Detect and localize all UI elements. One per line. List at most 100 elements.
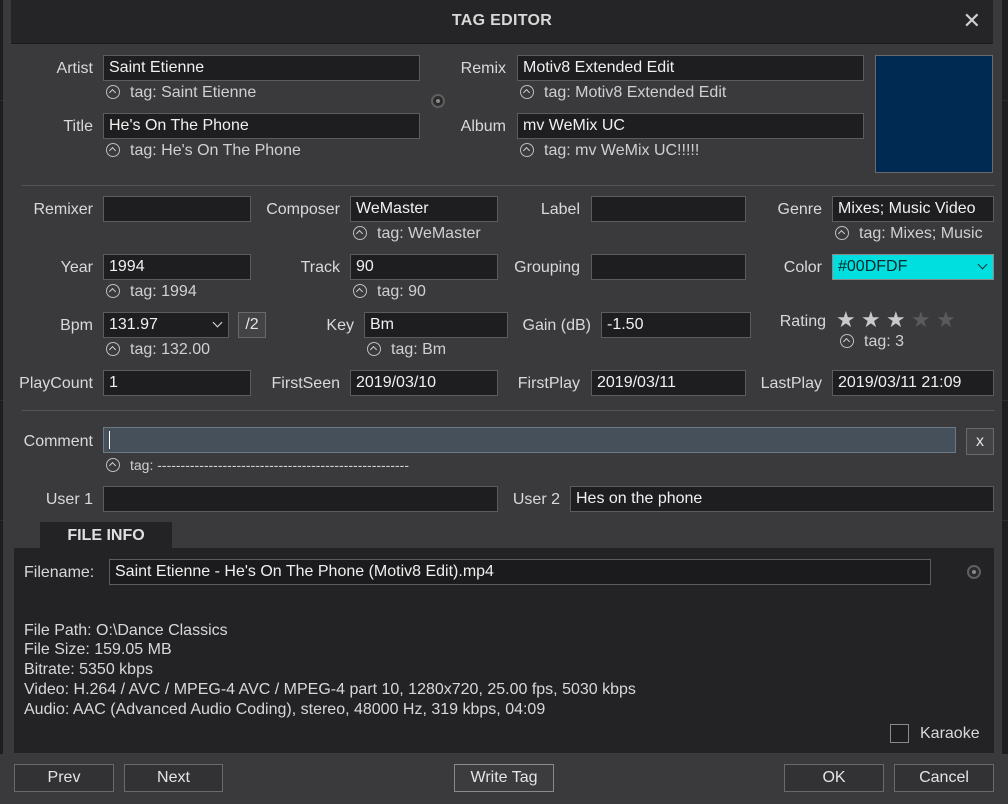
tag-apply-icon[interactable] [835, 226, 849, 240]
filename-label: Filename: [24, 564, 95, 581]
tab-file-info[interactable]: FILE INFO [40, 522, 172, 549]
cancel-button[interactable]: Cancel [894, 764, 994, 792]
rating-label: Rating [779, 313, 826, 330]
title-label: Title [63, 118, 93, 135]
gain-field[interactable]: -1.50 [601, 312, 751, 338]
firstplay-label: FirstPlay [517, 375, 580, 392]
comment-field[interactable] [103, 427, 956, 453]
ok-button[interactable]: OK [784, 764, 884, 792]
chevron-down-icon [212, 317, 223, 328]
star-filled-icon[interactable]: ★ [886, 309, 906, 331]
tag-apply-icon[interactable] [106, 342, 120, 356]
rename-radio-icon[interactable] [967, 565, 981, 579]
write-tag-button[interactable]: Write Tag [454, 764, 554, 792]
text-cursor [109, 431, 110, 449]
grouping-field[interactable] [591, 254, 746, 280]
bpm-value: 131.97 [109, 316, 158, 333]
tag-apply-icon[interactable] [353, 284, 367, 298]
user1-field[interactable] [103, 486, 498, 512]
artist-field[interactable]: Saint Etienne [103, 55, 420, 81]
tag-apply-icon[interactable] [520, 85, 534, 99]
track-field[interactable]: 90 [350, 254, 498, 280]
comment-clear-button[interactable]: x [966, 428, 994, 455]
artist-tag-text: tag: Saint Etienne [130, 84, 257, 101]
composer-field[interactable]: WeMaster [350, 196, 498, 222]
year-tag[interactable]: tag: 1994 [106, 283, 197, 301]
next-button[interactable]: Next [124, 764, 223, 792]
year-label: Year [60, 259, 93, 276]
remixer-label: Remixer [33, 201, 93, 218]
bpm-half-button[interactable]: /2 [238, 312, 266, 338]
tag-apply-icon[interactable] [106, 284, 120, 298]
bpm-tag-text: tag: 132.00 [130, 341, 211, 358]
tag-apply-icon[interactable] [353, 226, 367, 240]
label-label: Label [540, 201, 580, 218]
key-tag[interactable]: tag: Bm [367, 341, 446, 359]
file-size-text: File Size: 159.05 MB [24, 641, 172, 658]
star-filled-icon[interactable]: ★ [836, 309, 856, 331]
star-empty-icon[interactable]: ★ [936, 309, 956, 331]
firstseen-field[interactable]: 2019/03/10 [350, 370, 498, 396]
comment-label: Comment [23, 433, 93, 450]
remix-field[interactable]: Motiv8 Extended Edit [517, 55, 864, 81]
tag-apply-icon[interactable] [106, 85, 120, 99]
bpm-select[interactable]: 131.97 [103, 312, 229, 338]
label-field[interactable] [591, 196, 746, 222]
chevron-down-icon [977, 259, 988, 270]
album-field[interactable]: mv WeMix UC [517, 113, 864, 139]
lastplay-label: LastPlay [760, 375, 822, 392]
bitrate-text: Bitrate: 5350 kbps [24, 661, 153, 678]
composer-tag[interactable]: tag: WeMaster [353, 225, 481, 243]
prev-button[interactable]: Prev [14, 764, 114, 792]
playcount-label: PlayCount [19, 375, 93, 392]
firstseen-label: FirstSeen [271, 375, 340, 392]
user1-label: User 1 [45, 491, 93, 508]
star-filled-icon[interactable]: ★ [861, 309, 881, 331]
karaoke-label: Karaoke [920, 725, 980, 742]
genre-field[interactable]: Mixes; Music Video [832, 196, 994, 222]
remixer-field[interactable] [103, 196, 251, 222]
lastplay-field[interactable]: 2019/03/11 21:09 [832, 370, 994, 396]
artist-tag[interactable]: tag: Saint Etienne [106, 84, 256, 102]
album-label: Album [460, 118, 506, 135]
close-icon[interactable]: ✕ [963, 8, 981, 34]
audio-info-text: Audio: AAC (Advanced Audio Coding), ster… [24, 701, 546, 718]
karaoke-checkbox[interactable] [890, 724, 909, 743]
divider [22, 410, 995, 411]
color-value: #00DFDF [838, 258, 908, 275]
tag-apply-icon[interactable] [367, 342, 381, 356]
color-select[interactable]: #00DFDF [832, 254, 994, 280]
year-field[interactable]: 1994 [103, 254, 251, 280]
tag-apply-icon[interactable] [106, 143, 120, 157]
title-tag[interactable]: tag: He's On The Phone [106, 142, 301, 160]
remix-label: Remix [460, 60, 506, 77]
gain-label: Gain (dB) [522, 317, 591, 334]
playcount-field[interactable]: 1 [103, 370, 251, 396]
album-tag[interactable]: tag: mv WeMix UC!!!!! [520, 142, 699, 160]
track-tag-text: tag: 90 [377, 283, 426, 300]
track-tag[interactable]: tag: 90 [353, 283, 426, 301]
title-field[interactable]: He's On The Phone [103, 113, 420, 139]
grouping-label: Grouping [514, 259, 580, 276]
tag-apply-icon[interactable] [840, 334, 854, 348]
bpm-tag[interactable]: tag: 132.00 [106, 341, 210, 359]
genre-tag[interactable]: tag: Mixes; Music [835, 225, 983, 243]
cover-art[interactable] [875, 55, 993, 173]
tag-apply-icon[interactable] [520, 143, 534, 157]
composer-tag-text: tag: WeMaster [377, 225, 481, 242]
firstplay-field[interactable]: 2019/03/11 [591, 370, 746, 396]
key-tag-text: tag: Bm [391, 341, 447, 358]
dialog-title: TAG EDITOR [451, 12, 553, 29]
rating-tag[interactable]: tag: 3 [840, 333, 904, 351]
star-empty-icon[interactable]: ★ [911, 309, 931, 331]
tag-apply-icon[interactable] [106, 458, 120, 472]
bpm-label: Bpm [60, 317, 93, 334]
remix-tag[interactable]: tag: Motiv8 Extended Edit [520, 84, 726, 102]
filename-field[interactable]: Saint Etienne - He's On The Phone (Motiv… [109, 559, 931, 585]
comment-tag[interactable]: tag: -----------------------------------… [106, 457, 409, 473]
track-label: Track [300, 259, 340, 276]
swap-radio-icon[interactable] [431, 94, 445, 108]
key-field[interactable]: Bm [364, 312, 508, 338]
file-path-text: File Path: O:\Dance Classics [24, 622, 228, 639]
user2-field[interactable]: Hes on the phone [570, 486, 994, 512]
